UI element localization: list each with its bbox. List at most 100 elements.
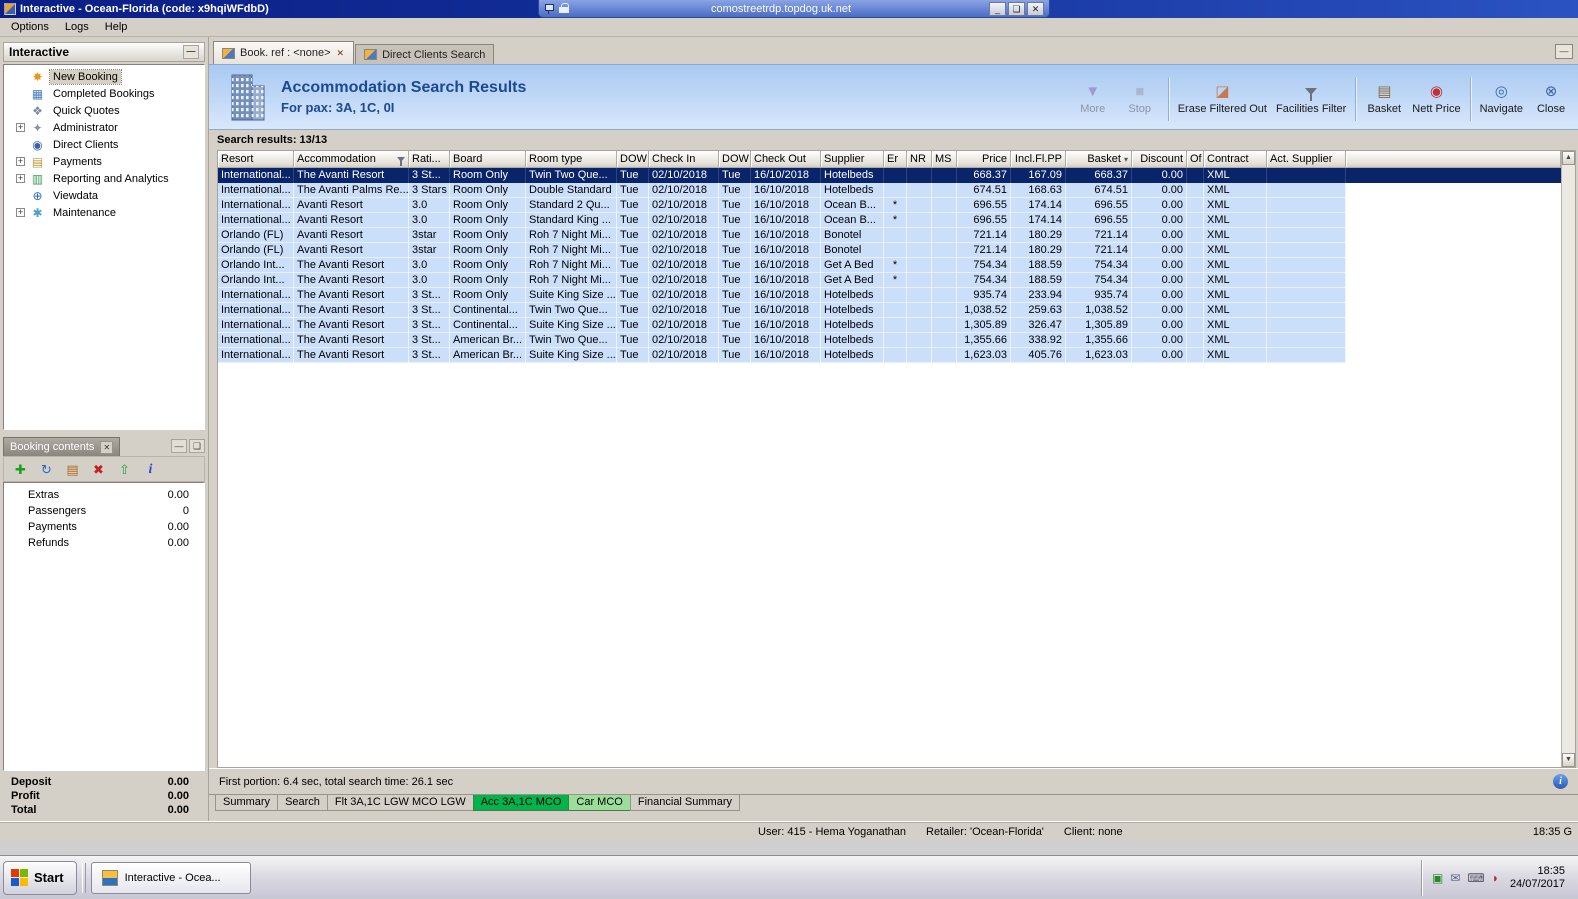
sidebar-item-maintenance[interactable]: + ✱ Maintenance — [4, 204, 204, 221]
export-button[interactable]: ⇧ — [113, 459, 136, 479]
booking-contents-item[interactable]: Extras 0.00 — [4, 487, 204, 503]
facilities-filter-button[interactable]: Facilities Filter — [1276, 83, 1346, 115]
column-header-price[interactable]: Price — [957, 151, 1011, 168]
expand-icon[interactable]: + — [16, 174, 25, 183]
close-button[interactable]: ⊗ Close — [1532, 83, 1570, 115]
booking-contents-item[interactable]: Refunds 0.00 — [4, 535, 204, 551]
sidebar-item-completed-bookings[interactable]: ▦ Completed Bookings — [4, 85, 204, 102]
navigate-button[interactable]: ◎ Navigate — [1480, 83, 1523, 115]
table-row[interactable]: Orlando Int... The Avanti Resort 3.0 Room O… — [218, 273, 1346, 288]
panel-float-icon[interactable]: ❏ — [189, 439, 205, 453]
booking-contents-item[interactable]: Passengers 0 — [4, 503, 204, 519]
column-header-nr[interactable]: NR — [907, 151, 932, 168]
message-icon[interactable]: ✉ — [1450, 872, 1460, 884]
table-row[interactable]: International... Avanti Resort 3.0 Room Onl… — [218, 198, 1346, 213]
antivirus-icon[interactable]: ▣ — [1432, 872, 1443, 884]
start-button[interactable]: Start — [3, 860, 77, 895]
bottom-tab-flt-3a-1c-lgw-mco-lgw[interactable]: Flt 3A,1C LGW MCO LGW — [326, 795, 474, 811]
table-row[interactable]: International... Avanti Resort 3.0 Room Onl… — [218, 213, 1346, 228]
sidebar-item-viewdata[interactable]: ⊕ Viewdata — [4, 187, 204, 204]
table-row[interactable]: International... The Avanti Resort 3 St...… — [218, 303, 1346, 318]
table-row[interactable]: International... The Avanti Resort 3 St...… — [218, 333, 1346, 348]
column-header-rati[interactable]: Rati... — [409, 151, 450, 168]
table-row[interactable]: International... The Avanti Resort 3 St...… — [218, 348, 1346, 363]
column-header-of[interactable]: Of — [1187, 151, 1204, 168]
bottom-tab-summary[interactable]: Summary — [215, 795, 279, 811]
taskbar-task-button[interactable]: Interactive - Ocea... — [90, 861, 251, 894]
tabstrip-minimize-button[interactable]: — — [1555, 44, 1573, 59]
column-header-dow[interactable]: DOW — [719, 151, 751, 168]
column-header-act-supplier[interactable]: Act. Supplier — [1267, 151, 1346, 168]
scroll-up-icon[interactable]: ▲ — [1562, 151, 1575, 165]
column-header-er[interactable]: Er — [884, 151, 907, 168]
column-header-basket[interactable]: Basket ▾ — [1066, 151, 1132, 168]
panel-collapse-button[interactable]: — — [183, 45, 199, 59]
sidebar-item-payments[interactable]: + ▤ Payments — [4, 153, 204, 170]
menu-options[interactable]: Options — [3, 19, 57, 35]
bottom-tab-acc-3a-1c-mco[interactable]: Acc 3A,1C MCO — [472, 795, 570, 811]
info-button[interactable]: i — [139, 459, 162, 479]
volume-icon[interactable]: ◗ — [1492, 872, 1499, 884]
statusbar-info: User: 415 - Hema Yoganathan Retailer: 'O… — [758, 826, 1123, 838]
cell-nr — [907, 198, 932, 213]
column-header-accommodation[interactable]: Accommodation — [294, 151, 409, 168]
sidebar-item-administrator[interactable]: + ✦ Administrator — [4, 119, 204, 136]
expand-icon[interactable]: + — [16, 123, 25, 132]
booking-contents-tab[interactable]: Booking contents ✕ — [3, 437, 121, 456]
column-header-resort[interactable]: Resort — [218, 151, 294, 168]
bottom-tab-search[interactable]: Search — [277, 795, 328, 811]
panel-minimize-icon[interactable]: — — [171, 439, 187, 453]
table-row[interactable]: International... The Avanti Resort 3 St...… — [218, 288, 1346, 303]
erase-filtered-out-button[interactable]: ◪ Erase Filtered Out — [1178, 83, 1267, 115]
refresh-button[interactable]: ↻ — [35, 459, 58, 479]
menu-help[interactable]: Help — [97, 19, 136, 35]
vertical-scrollbar[interactable]: ▲ ▼ — [1561, 151, 1575, 767]
sidebar-item-quick-quotes[interactable]: ❖ Quick Quotes — [4, 102, 204, 119]
sidebar-item-direct-clients[interactable]: ◉ Direct Clients — [4, 136, 204, 153]
table-row[interactable]: Orlando (FL) Avanti Resort 3star Room Only R… — [218, 243, 1346, 258]
basket-button[interactable]: ▤ Basket — [1365, 83, 1403, 115]
bottom-tab-car-mco[interactable]: Car MCO — [568, 795, 631, 811]
sidebar-item-new-booking[interactable]: ✸ New Booking — [4, 68, 204, 85]
column-header-board[interactable]: Board — [450, 151, 526, 168]
table-row[interactable]: Orlando (FL) Avanti Resort 3star Room Only R… — [218, 228, 1346, 243]
table-row[interactable]: International... The Avanti Resort 3 St...… — [218, 168, 1561, 183]
column-header-dow[interactable]: DOW — [617, 151, 649, 168]
column-header-ms[interactable]: MS — [932, 151, 957, 168]
column-header-check-out[interactable]: Check Out — [751, 151, 821, 168]
column-header-contract[interactable]: Contract — [1204, 151, 1267, 168]
column-header-check-in[interactable]: Check In — [649, 151, 719, 168]
column-header-incl-fl-pp[interactable]: Incl.Fl.PP — [1011, 151, 1066, 168]
column-header-room-type[interactable]: Room type — [526, 151, 617, 168]
info-icon[interactable]: i — [1553, 774, 1568, 789]
keyboard-icon[interactable]: ⌨ — [1467, 872, 1484, 884]
column-header-supplier[interactable]: Supplier — [821, 151, 884, 168]
rdp-minimize-button[interactable]: _ — [989, 1, 1006, 16]
add-button[interactable]: ✚ — [9, 459, 32, 479]
bottom-tab-financial-summary[interactable]: Financial Summary — [629, 795, 740, 811]
delete-button[interactable]: ✖ — [87, 459, 110, 479]
results-header: Accommodation Search Results For pax: 3A… — [209, 64, 1578, 130]
scroll-down-icon[interactable]: ▼ — [1562, 753, 1575, 767]
pin-icon[interactable] — [544, 3, 554, 15]
expand-icon[interactable]: + — [16, 157, 25, 166]
basket-add-button[interactable]: ▤ — [61, 459, 84, 479]
booking-contents-item[interactable]: Payments 0.00 — [4, 519, 204, 535]
table-row[interactable]: Orlando Int... The Avanti Resort 3.0 Room O… — [218, 258, 1346, 273]
table-row[interactable]: International... The Avanti Resort 3 St...… — [218, 318, 1346, 333]
rdp-restore-button[interactable]: ❏ — [1008, 1, 1025, 16]
close-panel-icon[interactable]: ✕ — [100, 440, 114, 454]
expand-icon[interactable]: + — [16, 208, 25, 217]
close-tab-icon[interactable]: ✕ — [336, 48, 346, 59]
tab-direct-clients-search[interactable]: Direct Clients Search — [355, 44, 495, 64]
table-row[interactable]: International... The Avanti Palms Re... 3 … — [218, 183, 1346, 198]
menu-logs[interactable]: Logs — [57, 19, 97, 35]
taskbar-grip[interactable] — [81, 862, 86, 893]
tab-book-ref-none[interactable]: Book. ref : <none> ✕ — [213, 41, 355, 64]
filter-icon[interactable] — [397, 156, 405, 166]
rdp-close-button[interactable]: ✕ — [1027, 1, 1044, 16]
cell-check-out: 16/10/2018 — [751, 198, 821, 213]
sidebar-item-reporting-and-analytics[interactable]: + ▥ Reporting and Analytics — [4, 170, 204, 187]
column-header-discount[interactable]: Discount — [1132, 151, 1187, 168]
nett-price-button[interactable]: ◉ Nett Price — [1412, 83, 1460, 115]
